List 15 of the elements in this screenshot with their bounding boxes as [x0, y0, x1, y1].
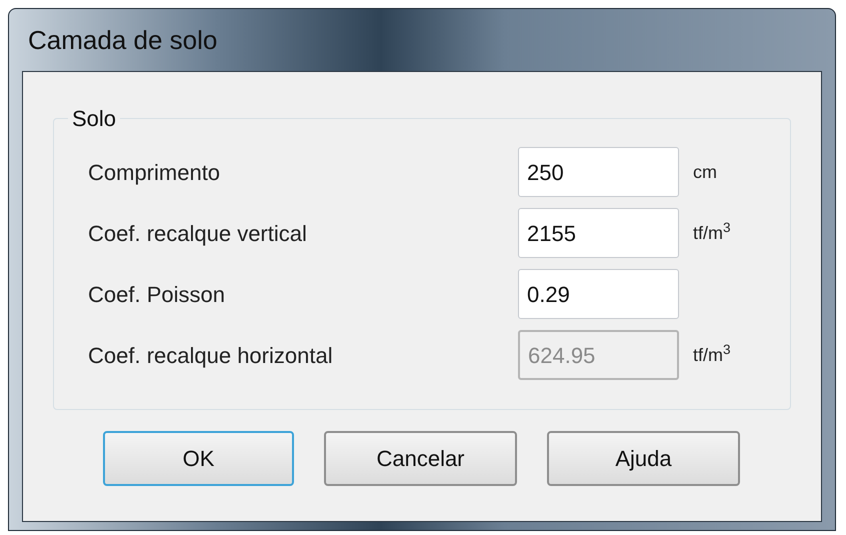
input-field[interactable]: 2155 — [518, 208, 679, 258]
unit-label: tf/m$^{3}$ — [693, 220, 731, 244]
window-title: Camada de solo — [27, 24, 218, 56]
field-label: Coef. recalque vertical — [88, 220, 308, 248]
field-label: Coef. Poisson — [88, 280, 226, 308]
field-label: Comprimento — [88, 158, 222, 187]
unit-label: tf/m$^{3}$ — [693, 342, 731, 366]
dialog-button[interactable]: Cancelar — [324, 431, 517, 486]
unit-label: cm — [693, 160, 717, 184]
field-label: Coef. recalque horizontal — [88, 342, 334, 370]
dialog-button[interactable]: Ajuda — [547, 431, 740, 486]
dialog-button[interactable]: OK — [103, 431, 294, 486]
input-field[interactable]: 0.29 — [518, 269, 679, 319]
input-field[interactable]: 250 — [518, 147, 679, 197]
group-title: Solo — [71, 105, 118, 133]
